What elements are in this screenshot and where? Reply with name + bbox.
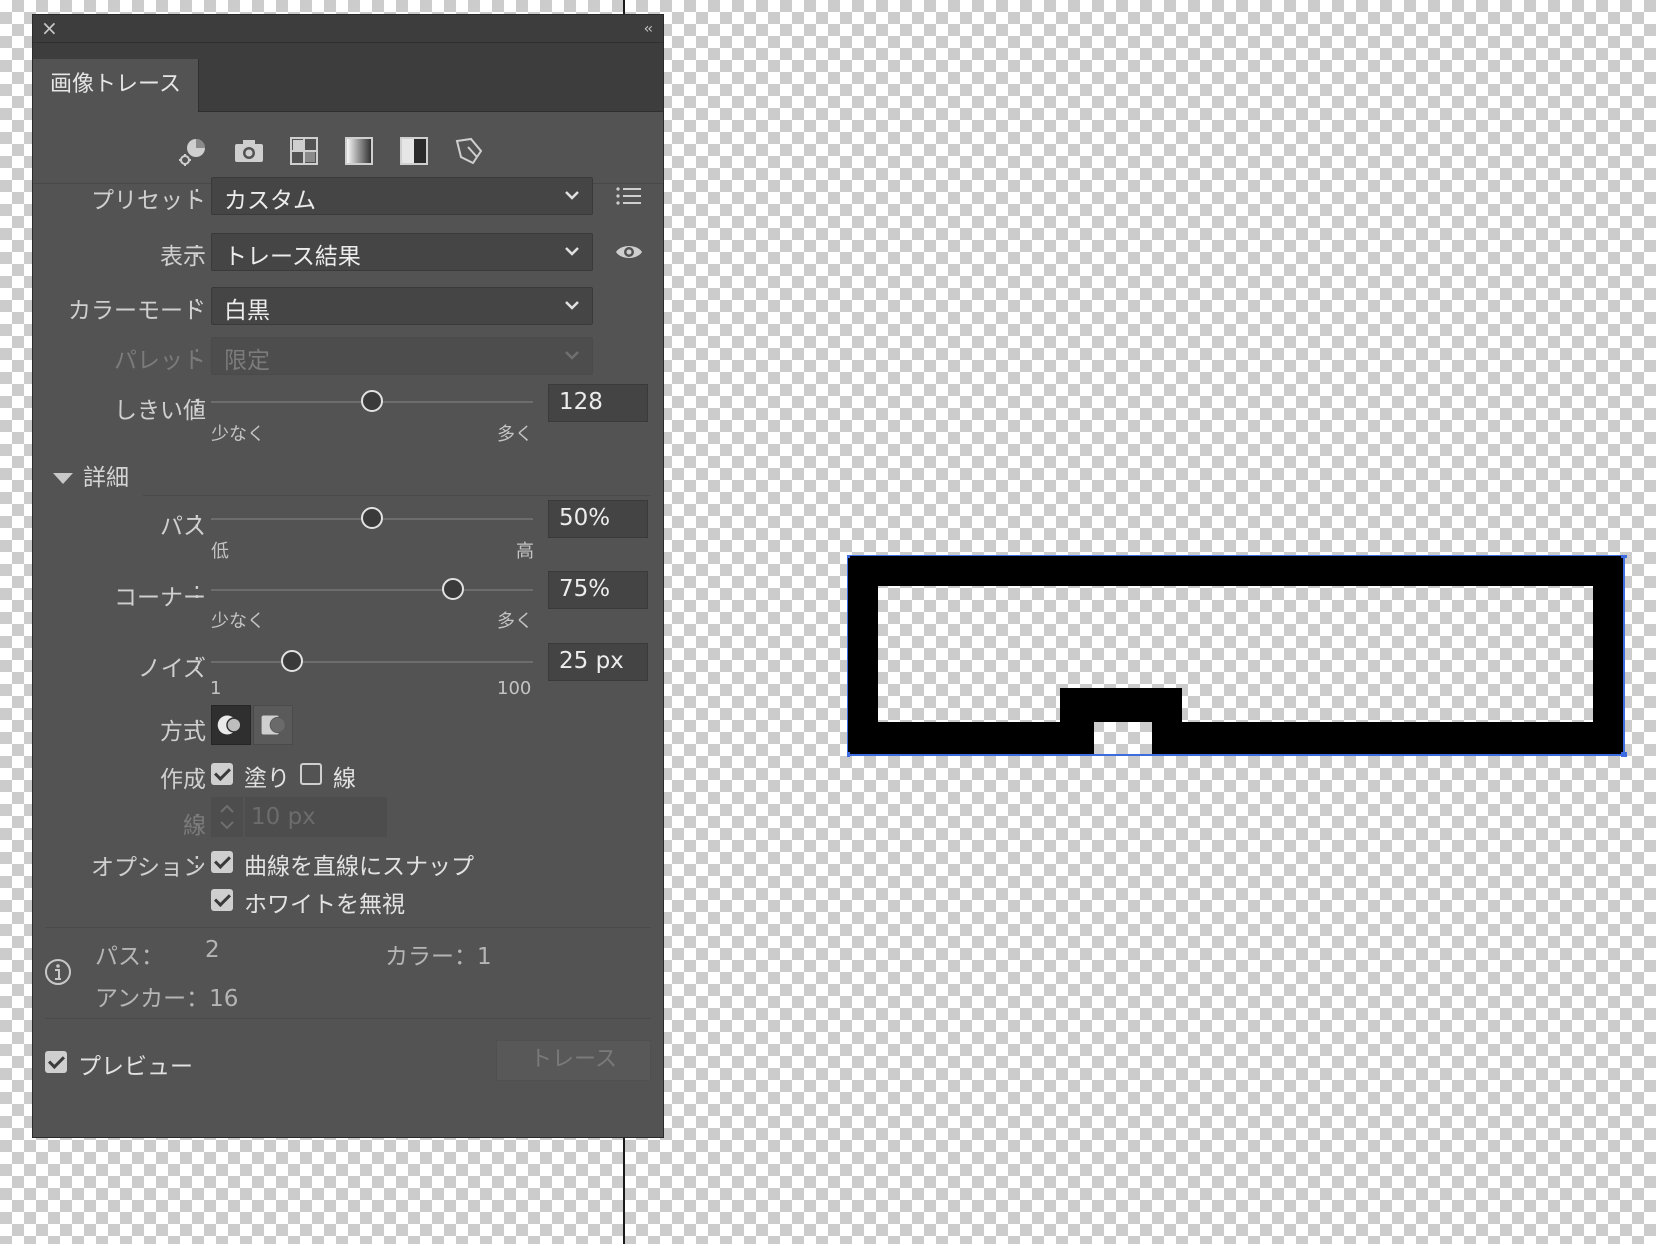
threshold-max-label: 多く [497, 424, 533, 445]
section-divider [143, 495, 651, 496]
paths-colon: : [193, 507, 201, 533]
corners-max-label: 多く [497, 611, 533, 632]
slider-thumb[interactable] [361, 507, 383, 529]
view-colon: : [193, 237, 201, 263]
tab-image-trace[interactable]: 画像トレース [33, 59, 199, 112]
color-mode-dropdown[interactable]: 白黒 [211, 287, 593, 325]
stroke-stepper [211, 797, 243, 837]
corners-input[interactable]: 75% [548, 571, 648, 609]
chevron-down-icon [565, 351, 579, 360]
noise-min-label: 1 [210, 678, 222, 699]
slider-thumb[interactable] [361, 390, 383, 412]
slider-track [211, 589, 533, 591]
stepper-arrows-icon [220, 804, 234, 830]
noise-slider[interactable] [211, 649, 533, 675]
stats-divider [45, 927, 651, 928]
paths-slider[interactable] [211, 506, 533, 532]
anchors-stat: アンカー：16 [95, 986, 239, 1012]
chevron-down-icon [565, 247, 579, 256]
corners-colon: : [193, 578, 201, 604]
selection-handle[interactable] [1621, 752, 1627, 757]
preset-label: プリセット [91, 188, 206, 214]
chevron-down-icon [565, 301, 579, 310]
close-icon[interactable]: × [41, 17, 58, 39]
palette-colon: : [193, 341, 201, 367]
footer-divider [45, 1018, 651, 1019]
selection-handle[interactable] [847, 752, 850, 757]
abutting-icon [217, 715, 242, 735]
advanced-label: 詳細 [83, 465, 129, 491]
corners-slider[interactable] [211, 577, 533, 603]
stroke-width-colon: : [193, 806, 201, 832]
overlapping-method-button[interactable] [253, 705, 293, 745]
threshold-slider[interactable] [211, 389, 533, 415]
image-trace-panel: × ‹‹ 画像トレース プリセット : カスタム 表示: トレース結果 カラー… [33, 15, 663, 1137]
disclosure-triangle-icon [53, 473, 73, 484]
selection-handle[interactable] [1621, 555, 1627, 558]
selection-handle[interactable] [847, 555, 850, 558]
ignore-white-label: ホワイトを無視 [244, 892, 405, 918]
overlapping-icon [261, 715, 286, 735]
preset-colon: : [193, 181, 201, 207]
slider-track [211, 661, 533, 663]
ignore-white-checkbox[interactable] [211, 889, 233, 911]
view-value: トレース結果 [224, 244, 361, 270]
slider-thumb[interactable] [280, 650, 303, 672]
panel-tabbar: 画像トレース [33, 43, 663, 112]
palette-dropdown: 限定 [211, 337, 593, 375]
paths-min-label: 低 [211, 541, 229, 562]
color-mode-colon: : [193, 291, 201, 317]
preview-label: プレビュー [78, 1054, 193, 1080]
traced-shape[interactable] [847, 555, 1624, 755]
stroke-width-input: 10 px [245, 797, 387, 837]
fills-checkbox[interactable] [211, 763, 233, 785]
create-colon: : [193, 760, 201, 786]
method-colon: : [193, 712, 201, 738]
color-mode-label: カラーモード [68, 298, 206, 324]
snap-curves-checkbox[interactable] [211, 851, 233, 873]
paths-input[interactable]: 50% [548, 500, 648, 538]
stroke-checkbox-label: 線 [333, 766, 356, 792]
grayscale-icon[interactable] [341, 133, 377, 169]
chevron-down-icon [565, 191, 579, 200]
low-color-icon[interactable] [286, 133, 322, 169]
preset-menu-icon[interactable] [613, 180, 645, 212]
threshold-input[interactable]: 128 [548, 384, 648, 422]
paths-max-label: 高 [516, 541, 534, 562]
panel-titlebar[interactable]: × ‹‹ [33, 15, 663, 43]
outline-icon[interactable] [451, 133, 487, 169]
trace-button: トレース [496, 1040, 651, 1081]
collapse-icon[interactable]: ‹‹ [644, 18, 653, 40]
noise-colon: : [193, 649, 201, 675]
slider-thumb[interactable] [441, 578, 464, 600]
preview-checkbox[interactable] [45, 1051, 67, 1073]
color-mode-value: 白黒 [224, 298, 270, 324]
abutting-method-button[interactable] [211, 705, 251, 745]
corners-min-label: 少なく [211, 611, 265, 632]
auto-color-icon[interactable] [176, 133, 212, 169]
traced-artwork[interactable] [847, 555, 1627, 757]
options-label: オプション [91, 855, 206, 881]
view-dropdown[interactable]: トレース結果 [211, 233, 593, 271]
colors-stat: カラー：1 [385, 944, 492, 970]
advanced-section-toggle[interactable]: 詳細 [53, 458, 129, 492]
fills-label: 塗り [244, 766, 290, 792]
paths-stat-label: パス： [95, 944, 164, 970]
noise-max-label: 100 [497, 678, 532, 699]
noise-input[interactable]: 25 px [548, 643, 648, 681]
snap-curves-label: 曲線を直線にスナップ [244, 854, 474, 880]
threshold-min-label: 少なく [211, 424, 265, 445]
stroke-checkbox[interactable] [300, 763, 322, 785]
preset-dropdown[interactable]: カスタム [211, 177, 593, 215]
palette-value: 限定 [224, 348, 270, 374]
black-and-white-icon[interactable] [396, 133, 432, 169]
eye-icon[interactable] [613, 236, 645, 268]
info-icon [45, 959, 71, 985]
options-colon: : [193, 848, 201, 874]
preset-icon-row [33, 115, 663, 184]
high-color-photo-icon[interactable] [231, 133, 267, 169]
paths-stat-value: 2 [205, 937, 220, 963]
preset-value: カスタム [224, 188, 316, 214]
threshold-colon: : [193, 391, 201, 417]
